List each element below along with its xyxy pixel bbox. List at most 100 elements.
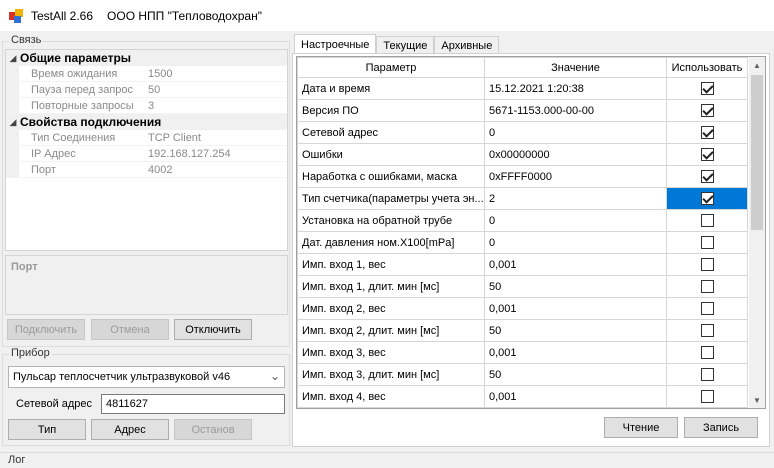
value-cell[interactable]: 0,001	[484, 341, 667, 364]
table-row[interactable]: Имп. вход 1, вес 0,001	[297, 253, 748, 276]
scroll-down-icon[interactable]: ▼	[749, 392, 765, 408]
scroll-up-icon[interactable]: ▲	[749, 57, 765, 73]
value-cell[interactable]: 0	[484, 209, 667, 232]
value-cell[interactable]: 0x00000000	[484, 143, 667, 166]
table-row[interactable]: Имп. вход 1, длит. мин [мс] 50	[297, 275, 748, 298]
write-button[interactable]: Запись	[684, 417, 758, 438]
value-cell[interactable]: 0xFFFF0000	[484, 165, 667, 188]
read-button[interactable]: Чтение	[604, 417, 678, 438]
table-row[interactable]: Наработка с ошибками, маска 0xFFFF0000	[297, 165, 748, 188]
value-cell[interactable]: 0	[484, 231, 667, 254]
stop-button[interactable]: Останов	[174, 419, 252, 440]
property-row-retries[interactable]: Повторные запросы 3	[6, 98, 287, 114]
connection-property-grid[interactable]: ◢ Общие параметры Время ожидания 1500 Па…	[5, 49, 288, 251]
property-value[interactable]: 50	[140, 84, 287, 96]
grid-scrollbar[interactable]: ▲ ▼	[749, 56, 766, 409]
param-cell[interactable]: Наработка с ошибками, маска	[297, 165, 485, 188]
use-checkbox[interactable]	[700, 192, 714, 205]
table-row[interactable]: Имп. вход 2, вес 0,001	[297, 297, 748, 320]
use-cell[interactable]	[666, 187, 748, 210]
property-value[interactable]: TCP Client	[140, 132, 287, 144]
use-cell[interactable]	[666, 297, 748, 320]
table-row[interactable]: Имп. вход 2, длит. мин [мс] 50	[297, 319, 748, 342]
value-cell[interactable]: 50	[484, 275, 667, 298]
use-checkbox[interactable]	[700, 104, 714, 117]
table-row[interactable]: Тип счетчика(параметры учета эн... 2	[297, 187, 748, 210]
tab-settings[interactable]: Настроечные	[294, 34, 377, 55]
use-cell[interactable]	[666, 363, 748, 386]
param-cell[interactable]: Дат. давления ном.X100[mPa]	[297, 231, 485, 254]
column-header-param[interactable]: Параметр	[297, 57, 485, 78]
use-cell[interactable]	[666, 319, 748, 342]
cancel-button[interactable]: Отмена	[91, 319, 169, 340]
column-header-use[interactable]: Использовать	[666, 57, 748, 78]
param-cell[interactable]: Версия ПО	[297, 99, 485, 122]
use-cell[interactable]	[666, 143, 748, 166]
type-button[interactable]: Тип	[8, 419, 86, 440]
table-row[interactable]: Дата и время 15.12.2021 1:20:38	[297, 77, 748, 100]
use-checkbox[interactable]	[700, 302, 714, 315]
scroll-thumb[interactable]	[751, 75, 763, 230]
use-cell[interactable]	[666, 253, 748, 276]
use-checkbox[interactable]	[700, 346, 714, 359]
table-row[interactable]: Версия ПО 5671-1153.000-00-00	[297, 99, 748, 122]
collapse-chevron-icon[interactable]: ◢	[6, 53, 20, 64]
device-select[interactable]: Пульсар теплосчетчик ультразвуковой v46 …	[8, 366, 285, 388]
collapse-chevron-icon[interactable]: ◢	[6, 117, 20, 128]
column-header-value[interactable]: Значение	[484, 57, 667, 78]
use-checkbox[interactable]	[700, 236, 714, 249]
value-cell[interactable]: 15.12.2021 1:20:38	[484, 77, 667, 100]
use-checkbox[interactable]	[700, 258, 714, 271]
table-row[interactable]: Имп. вход 3, длит. мин [мс] 50	[297, 363, 748, 386]
parameters-grid[interactable]: Параметр Значение Использовать Дата и вр…	[296, 56, 750, 409]
table-row[interactable]: Установка на обратной трубе 0	[297, 209, 748, 232]
value-cell[interactable]: 0,001	[484, 385, 667, 408]
use-cell[interactable]	[666, 121, 748, 144]
param-cell[interactable]: Тип счетчика(параметры учета эн...	[297, 187, 485, 210]
address-button[interactable]: Адрес	[91, 419, 169, 440]
param-cell[interactable]: Имп. вход 1, вес	[297, 253, 485, 276]
value-cell[interactable]: 5671-1153.000-00-00	[484, 99, 667, 122]
use-cell[interactable]	[666, 99, 748, 122]
network-address-field[interactable]: 4811627	[101, 394, 285, 414]
property-row-pause[interactable]: Пауза перед запрос 50	[6, 82, 287, 98]
use-cell[interactable]	[666, 341, 748, 364]
property-row-connection-type[interactable]: Тип Соединения TCP Client	[6, 130, 287, 146]
param-cell[interactable]: Имп. вход 3, длит. мин [мс]	[297, 363, 485, 386]
property-value[interactable]: 192.168.127.254	[140, 148, 287, 160]
connect-button[interactable]: Подключить	[7, 319, 85, 340]
value-cell[interactable]: 2	[484, 187, 667, 210]
value-cell[interactable]: 0	[484, 121, 667, 144]
property-row-ip-address[interactable]: IP Адрес 192.168.127.254	[6, 146, 287, 162]
table-row[interactable]: Имп. вход 3, вес 0,001	[297, 341, 748, 364]
use-cell[interactable]	[666, 77, 748, 100]
param-cell[interactable]: Сетевой адрес	[297, 121, 485, 144]
table-row[interactable]: Имп. вход 4, вес 0,001	[297, 385, 748, 408]
param-cell[interactable]: Дата и время	[297, 77, 485, 100]
param-cell[interactable]: Ошибки	[297, 143, 485, 166]
value-cell[interactable]: 50	[484, 363, 667, 386]
chevron-down-icon[interactable]: ⌄	[270, 369, 280, 383]
table-row[interactable]: Дат. давления ном.X100[mPa] 0	[297, 231, 748, 254]
param-cell[interactable]: Имп. вход 2, вес	[297, 297, 485, 320]
param-cell[interactable]: Имп. вход 3, вес	[297, 341, 485, 364]
use-checkbox[interactable]	[700, 82, 714, 95]
use-checkbox[interactable]	[700, 214, 714, 227]
param-cell[interactable]: Имп. вход 2, длит. мин [мс]	[297, 319, 485, 342]
disconnect-button[interactable]: Отключить	[174, 319, 252, 340]
use-cell[interactable]	[666, 275, 748, 298]
property-value[interactable]: 4002	[140, 164, 287, 176]
table-row[interactable]: Ошибки 0x00000000	[297, 143, 748, 166]
use-cell[interactable]	[666, 231, 748, 254]
use-cell[interactable]	[666, 165, 748, 188]
use-checkbox[interactable]	[700, 368, 714, 381]
use-cell[interactable]	[666, 209, 748, 232]
param-cell[interactable]: Установка на обратной трубе	[297, 209, 485, 232]
property-value[interactable]: 3	[140, 100, 287, 112]
use-checkbox[interactable]	[700, 170, 714, 183]
use-checkbox[interactable]	[700, 148, 714, 161]
category-connection[interactable]: ◢ Свойства подключения	[6, 114, 287, 130]
use-checkbox[interactable]	[700, 390, 714, 403]
use-checkbox[interactable]	[700, 280, 714, 293]
value-cell[interactable]: 0,001	[484, 253, 667, 276]
